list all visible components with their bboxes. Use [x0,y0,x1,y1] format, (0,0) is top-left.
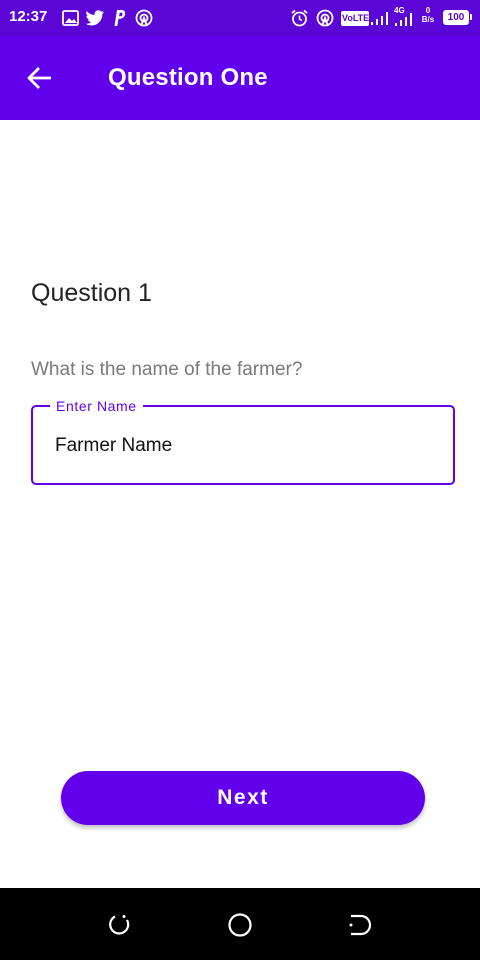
paypal-icon [114,10,126,26]
twitter-icon [85,10,104,26]
status-bar: 12:37 VoLTE 4G 0 B/s 100 [0,0,480,36]
gallery-icon [62,10,79,26]
data-rate-value: 0 [425,6,431,15]
signal-icon [395,13,412,26]
data-speed-icon: 0 B/s [420,6,436,24]
next-button[interactable]: Next [61,771,425,825]
farmer-name-label: Enter Name [50,397,143,415]
farmer-name-input[interactable] [55,435,435,457]
battery-icon: 100 [443,10,469,25]
back-icon[interactable] [347,912,373,938]
arrow-back-icon [27,67,51,89]
status-time: 12:37 [9,8,48,25]
question-text: What is the name of the farmer? [31,359,303,380]
app-bar: Question One [0,36,480,120]
page-title: Question One [108,64,268,91]
farmer-name-field[interactable]: Enter Name [31,397,455,485]
nav-bar [0,888,480,960]
hotspot-icon [135,9,153,27]
battery-tip [470,14,472,20]
data-rate-unit: B/s [421,15,435,24]
recents-icon[interactable] [107,912,133,938]
hotspot-icon [316,9,334,27]
question-title: Question 1 [31,279,152,307]
alarm-icon [291,9,308,27]
volte-icon: VoLTE [341,11,369,26]
back-button[interactable] [20,58,60,98]
signal-icon [371,12,388,25]
home-icon[interactable] [227,912,253,938]
